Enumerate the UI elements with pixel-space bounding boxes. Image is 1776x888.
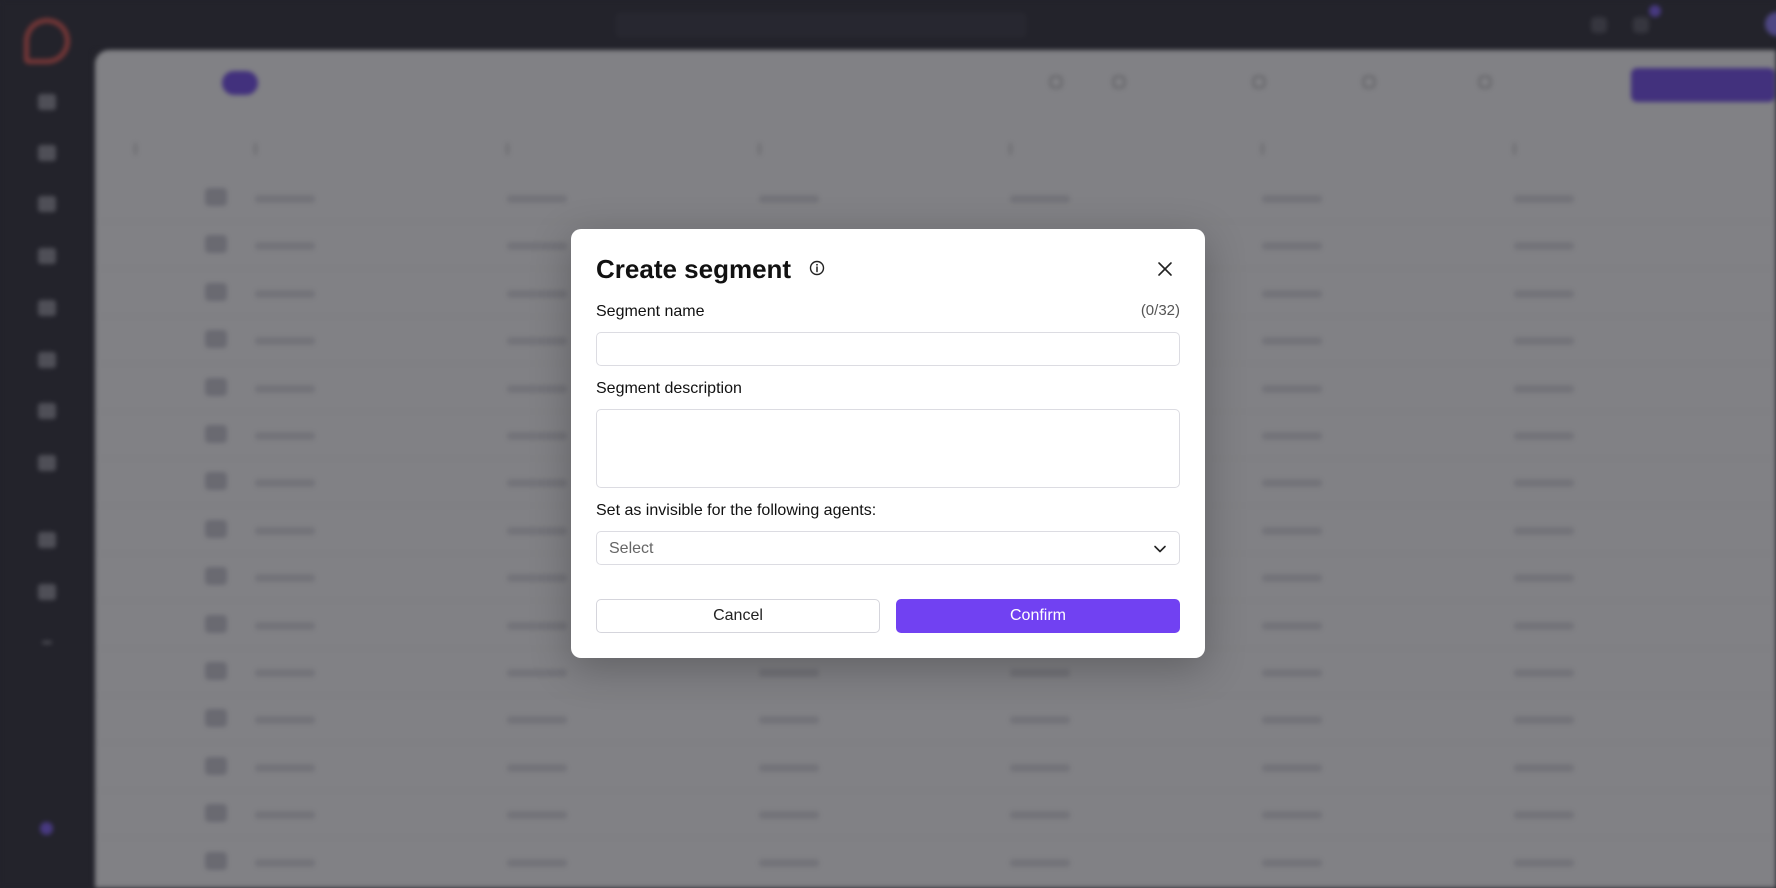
dialog-title: Create segment — [596, 254, 792, 284]
agents-select-value: Select — [609, 540, 654, 557]
invisible-agents-label: Set as invisible for the following agent… — [596, 502, 877, 519]
confirm-button[interactable]: Confirm — [896, 599, 1180, 633]
segment-name-label: Segment name — [596, 303, 705, 320]
chevron-down-icon — [1154, 545, 1166, 553]
segment-name-counter: (0/32) — [1140, 302, 1180, 319]
agents-select[interactable]: Select — [596, 531, 1180, 565]
info-icon[interactable] — [809, 260, 825, 276]
segment-description-input[interactable] — [596, 409, 1180, 488]
segment-name-input[interactable] — [596, 332, 1180, 366]
cancel-button[interactable]: Cancel — [596, 599, 880, 633]
create-segment-dialog: Create segment Segment name (0/32) Segme… — [571, 229, 1205, 658]
close-icon[interactable] — [1157, 261, 1173, 277]
segment-description-label: Segment description — [596, 380, 742, 397]
